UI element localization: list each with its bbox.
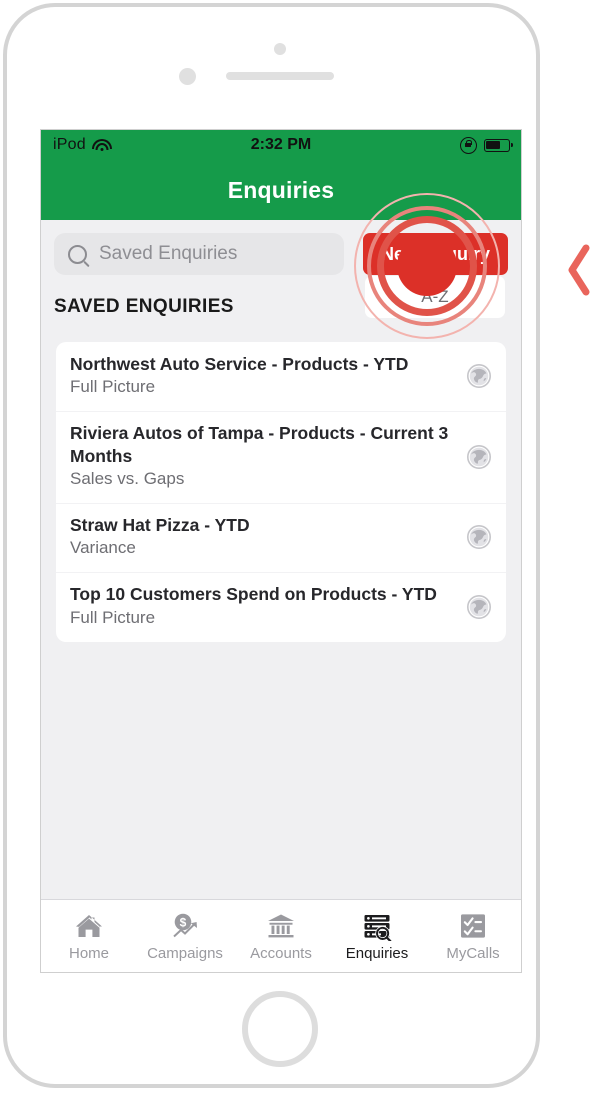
search-placeholder: Saved Enquiries [99,243,238,264]
globe-icon [467,444,491,469]
sort-order-label: A-Z [421,287,449,306]
list-item-subtitle: Full Picture [70,607,156,627]
section-header-row: SAVED ENQUIRIES A-Z [41,276,521,336]
list-item-text: Riviera Autos of Tampa - Products - Curr… [70,422,466,491]
list-item-subtitle: Full Picture [70,377,156,397]
tab-enquiries[interactable]: Enquiries [329,900,425,972]
tab-label: Campaigns [147,944,223,962]
tab-label: MyCalls [446,944,500,962]
dollar-trend-icon: $ [173,913,197,937]
list-item-subtitle: Sales vs. Gaps [70,469,185,489]
tab-label: Home [68,944,109,962]
tab-accounts[interactable]: Accounts [233,900,329,972]
navigation-bar: Enquiries [41,160,521,220]
tab-label: Accounts [250,944,312,962]
list-item-title: Riviera Autos of Tampa - Products - Curr… [70,423,449,466]
globe-icon [467,364,491,389]
tab-campaigns[interactable]: $ Campaigns [137,900,233,972]
checklist-icon [461,913,485,938]
list-item[interactable]: Riviera Autos of Tampa - Products - Curr… [56,411,506,503]
section-title: SAVED ENQUIRIES [54,296,234,317]
chevron-left-icon [568,244,590,296]
list-item-title: Northwest Auto Service - Products - YTD [70,354,409,374]
clock-label: 2:32 PM [250,136,312,153]
battery-icon [484,138,513,152]
bank-icon [268,914,294,937]
svg-text:$: $ [180,915,187,929]
camera-dot [179,68,196,85]
tab-home[interactable]: Home [41,900,137,972]
status-bar: iPod 2:32 PM [41,130,521,160]
tab-bar: Home $ Campaigns Accounts Enquiries MyCalls [41,899,521,972]
proximity-sensor-dot [274,43,286,55]
device-frame: iPod 2:32 PM Enquiries Saved Enquiries N… [3,3,540,1088]
list-item[interactable]: Top 10 Customers Spend on Products - YTD… [56,572,506,641]
house-icon [76,914,102,937]
page-title: Enquiries [227,176,335,203]
list-item-subtitle: Variance [70,538,136,558]
search-icon [68,244,87,264]
sort-order-button[interactable]: A-Z [365,276,505,318]
list-item-title: Straw Hat Pizza - YTD [70,515,250,536]
speaker-grille [226,72,334,80]
list-item-text: Straw Hat Pizza - YTD Variance [70,514,466,560]
rotation-lock-icon [460,136,477,154]
list-item-text: Northwest Auto Service - Products - YTD F… [70,353,466,399]
search-input[interactable]: Saved Enquiries [54,233,344,275]
tab-mycalls[interactable]: MyCalls [425,900,521,972]
list-item[interactable]: Straw Hat Pizza - YTD Variance [56,503,506,572]
home-button-circle[interactable] [242,991,318,1067]
list-item-title: Top 10 Customers Spend on Products - YTD [70,584,437,605]
list-item[interactable]: Northwest Auto Service - Products - YTD F… [56,342,506,411]
new-enquiry-button[interactable]: New Enquiry [363,233,508,275]
search-row: Saved Enquiries New Enquiry [41,220,521,284]
tab-label: Enquiries [345,944,409,962]
globe-icon [467,525,491,550]
globe-icon [467,594,491,619]
phone-screen: iPod 2:32 PM Enquiries Saved Enquiries N… [40,129,522,973]
status-bar-right [460,136,513,154]
list-item-text: Top 10 Customers Spend on Products - YTD… [70,583,466,629]
saved-enquiries-list: Northwest Auto Service - Products - YTD F… [56,342,506,642]
database-search-icon [364,914,392,941]
